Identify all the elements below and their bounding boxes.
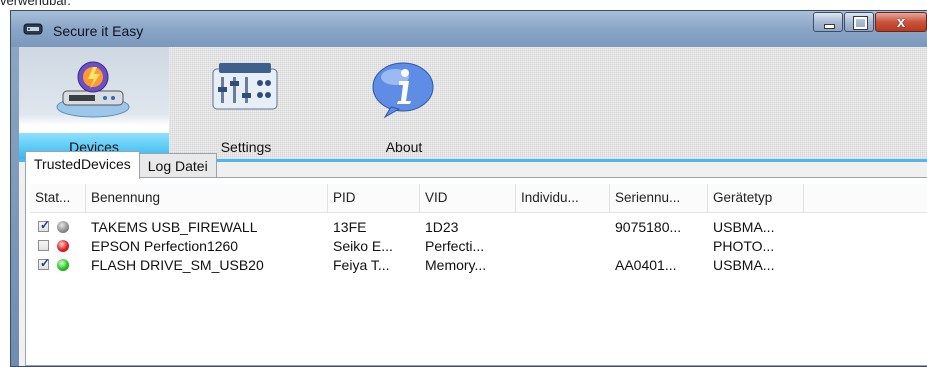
devices-list[interactable]: Stat... Benennung PID VID Individu... Se… [30,184,927,365]
cell-type: PHOTO... [713,238,775,254]
status-indicator-icon [57,240,69,252]
maximize-icon [853,16,868,30]
table-row[interactable]: ✓ TAKEMS USB_FIREWALL 13FE 1D23 9075180.… [30,218,927,237]
trusted-devices-panel: Stat... Benennung PID VID Individu... Se… [25,177,927,366]
column-header-benennung[interactable]: Benennung [86,184,328,212]
table-row[interactable]: EPSON Perfection1260 Seiko E... Perfecti… [30,237,927,256]
column-header-pid[interactable]: PID [328,184,420,212]
toolbar-about-button[interactable]: About [329,47,479,159]
close-icon: x [896,14,906,31]
minimize-button[interactable] [813,12,843,32]
page-caption-fragment: verwendbar. [0,0,71,8]
row-checkbox[interactable]: ✓ [38,218,51,232]
app-icon [23,23,43,35]
column-header-status[interactable]: Stat... [30,184,86,212]
main-toolbar: Devices Settings About [19,47,927,162]
cell-serial: AA0401... [615,257,677,273]
maximize-button[interactable] [844,12,874,32]
window-title: Secure it Easy [53,23,144,39]
status-indicator-icon [57,259,69,271]
toolbar-settings-button[interactable]: Settings [171,47,321,159]
checkmark-icon: ✓ [40,256,51,270]
row-checkbox[interactable] [38,240,49,251]
cell-name: EPSON Perfection1260 [91,238,239,254]
cell-name: TAKEMS USB_FIREWALL [91,219,258,235]
tab-strip: TrustedDevices Log Datei [25,151,217,179]
cell-pid: Seiko E... [333,238,393,254]
cell-pid: Feiya T... [333,257,390,273]
column-header-individual[interactable]: Individu... [516,184,610,212]
cell-vid: 1D23 [425,219,459,235]
tab-trusted-devices[interactable]: TrustedDevices [25,151,140,179]
cell-serial: 9075180... [615,219,682,235]
toolbar-about-label: About [385,139,423,155]
column-header-geraetetyp[interactable]: Gerätetyp [708,184,804,212]
list-header: Stat... Benennung PID VID Individu... Se… [30,184,927,213]
cell-name: FLASH DRIVE_SM_USB20 [91,257,264,273]
cell-type: USBMA... [713,257,775,273]
title-bar[interactable]: Secure it Easy x [11,11,927,47]
about-icon [372,62,434,119]
cell-type: USBMA... [713,219,775,235]
column-header-serial[interactable]: Seriennu... [610,184,708,212]
toolbar-devices-button[interactable]: Devices [19,47,169,159]
app-window: Secure it Easy x Devices Settings About … [10,10,927,367]
column-header-vid[interactable]: VID [420,184,516,212]
checkmark-icon: ✓ [40,218,51,232]
devices-icon [56,61,130,118]
cell-vid: Perfecti... [425,238,485,254]
table-row[interactable]: ✓ FLASH DRIVE_SM_USB20 Feiya T... Memory… [30,256,927,275]
minimize-icon [824,24,835,29]
status-indicator-icon [57,221,69,233]
row-checkbox[interactable]: ✓ [38,256,51,270]
cell-vid: Memory... [425,257,487,273]
settings-icon [212,63,278,110]
tab-log-datei[interactable]: Log Datei [138,153,217,178]
cell-pid: 13FE [333,219,367,235]
close-button[interactable]: x [875,12,927,32]
